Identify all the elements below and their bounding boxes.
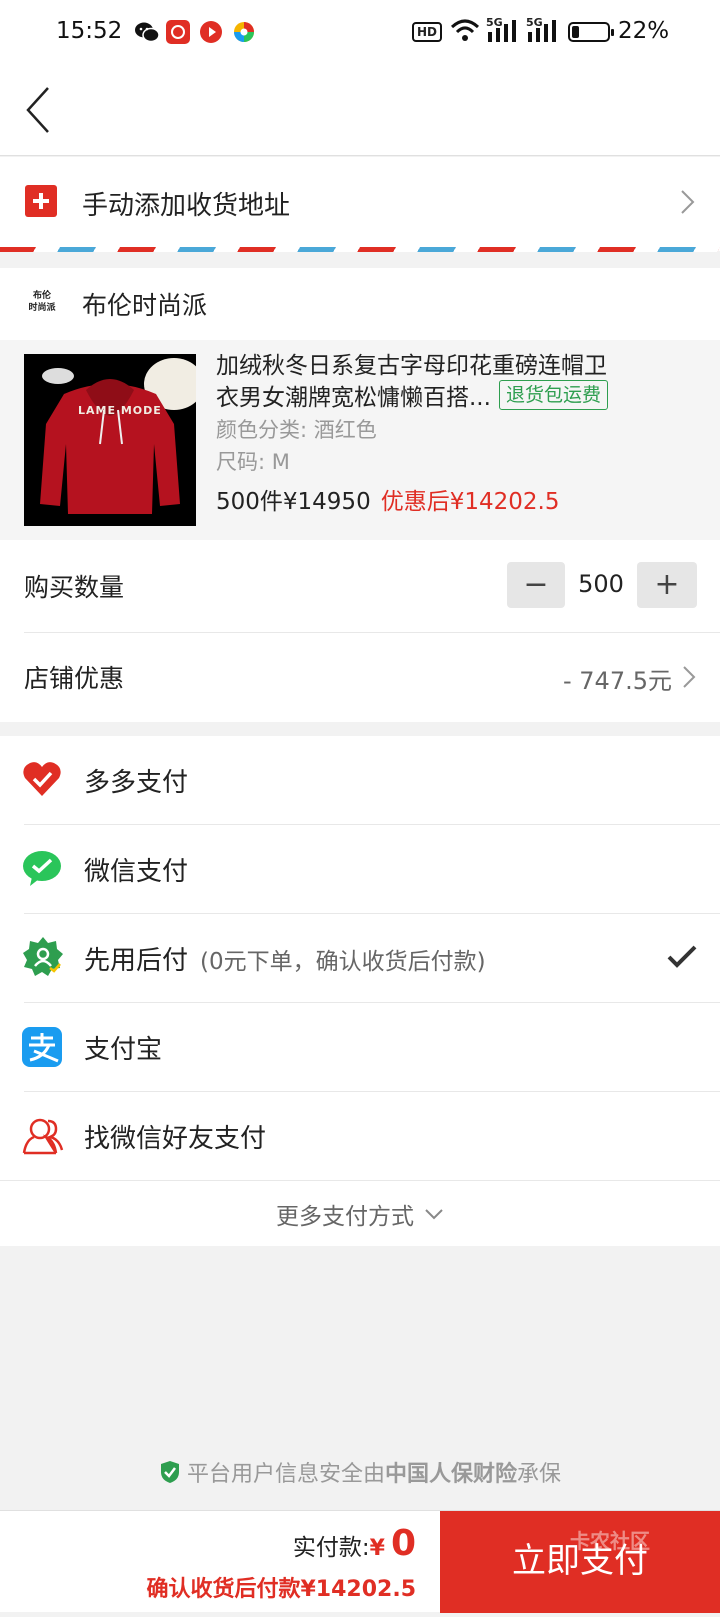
return-shipping-badge: 退货包运费 (498, 380, 608, 410)
battery-icon (568, 22, 614, 42)
wechat-pay-icon (22, 849, 62, 891)
product-price-row: 500件¥14950 优惠后¥14202.5 (216, 482, 559, 516)
status-bar: 15:52 HD 5G 5G 22% (0, 0, 720, 64)
nav-bar (0, 64, 720, 156)
envelope-stripe (0, 247, 720, 252)
total-amount: 0 (390, 1523, 416, 1564)
product-price: 500件¥14950 (216, 489, 371, 515)
product-title-line1: 加绒秋冬日系复古字母印花重磅连帽卫 (216, 353, 607, 379)
payment-methods: 多多支付 微信支付 先用后付 (0元下单，确认收货后付款) 支付宝 找微信好友支… (0, 736, 720, 1246)
total-row: 实付款: ¥ 0 (293, 1523, 416, 1564)
payment-label-alipay: 支付宝 (84, 1035, 163, 1065)
hd-label: HD (417, 25, 438, 39)
security-note-brand: 中国人保财险 (384, 1462, 517, 1487)
wechat-notification-icon (134, 20, 160, 44)
battery-percent: 22% (618, 18, 670, 44)
total-label: 实付款: (292, 1535, 370, 1561)
payment-option-duoduo[interactable]: 多多支付 (0, 736, 720, 824)
pinwheel-notification-icon (232, 20, 256, 44)
add-address-row[interactable]: 手动添加收货地址 (0, 157, 720, 251)
payment-note-pay-later: (0元下单，确认收货后付款) (200, 948, 486, 975)
shop-logo-line2: 时尚派 (28, 303, 56, 313)
signal-icon-1: 5G (486, 16, 520, 44)
add-address-label: 手动添加收货地址 (82, 191, 291, 221)
payment-label-friend: 找微信好友支付 (84, 1124, 267, 1154)
order-options: 购买数量 − 500 + 店铺优惠 - 747.5元 (0, 540, 720, 722)
watermark: 卡农社区 (570, 1529, 650, 1553)
bottom-bar: 实付款: ¥ 0 确认收货后付款¥14202.5 立即支付 卡农社区 (0, 1510, 720, 1613)
product-title-line2: 衣男女潮牌宽松慵懒百搭... (216, 385, 491, 411)
back-button[interactable] (20, 84, 60, 136)
payment-label-wechat: 微信支付 (84, 857, 189, 887)
friends-icon (22, 1116, 64, 1160)
chevron-right-icon (680, 189, 696, 219)
pay-later-text: 先用后付 (0元下单，确认收货后付款) (84, 940, 486, 977)
add-address-icon (25, 185, 57, 217)
total-currency: ¥ (369, 1536, 385, 1561)
shop-row[interactable]: 布伦 时尚派 布伦时尚派 (0, 268, 720, 340)
product-discount-price: 优惠后¥14202.5 (380, 489, 560, 515)
payment-option-pay-later[interactable]: 先用后付 (0元下单，确认收货后付款) (0, 914, 720, 1002)
status-time: 15:52 (56, 18, 123, 44)
app-notification-icon (166, 20, 190, 44)
chevron-down-icon (425, 1208, 443, 1219)
minus-icon: − (523, 567, 549, 602)
payment-option-alipay[interactable]: 支付宝 (0, 1003, 720, 1091)
payment-label-pay-later: 先用后付 (84, 946, 189, 976)
wifi-icon (450, 18, 480, 44)
pay-later-icon (22, 936, 64, 982)
security-note: 平台用户信息安全由 中国人保财险 承保 (0, 1456, 720, 1488)
product-image-print: LAME MODE (78, 404, 162, 417)
shop-logo-line1: 布伦 (32, 291, 51, 301)
security-note-suffix: 承保 (517, 1462, 562, 1487)
chevron-right-icon (682, 665, 696, 693)
hd-icon: HD (412, 22, 443, 42)
plus-icon: + (654, 567, 680, 602)
more-payments-label: 更多支付方式 (276, 1203, 414, 1230)
shop-discount-label: 店铺优惠 (24, 664, 125, 693)
quantity-plus-button[interactable]: + (637, 562, 697, 608)
battery-level (572, 26, 579, 38)
quantity-label: 购买数量 (24, 573, 125, 602)
duoduo-pay-icon (22, 760, 62, 802)
payment-label-duoduo: 多多支付 (84, 768, 189, 798)
payment-option-wechat[interactable]: 微信支付 (0, 825, 720, 913)
product-image: LAME MODE (24, 354, 196, 526)
shop-discount-value: - 747.5元 (563, 667, 672, 695)
payment-option-friend[interactable]: 找微信好友支付 (0, 1092, 720, 1180)
shop-logo: 布伦 时尚派 (24, 286, 60, 322)
product-title-line2-row: 衣男女潮牌宽松慵懒百搭... 退货包运费 (216, 378, 608, 412)
quantity-minus-button[interactable]: − (507, 562, 565, 608)
quantity-value[interactable]: 500 (565, 570, 637, 598)
check-icon (666, 944, 698, 974)
video-notification-icon (200, 21, 222, 43)
security-note-prefix: 平台用户信息安全由 (186, 1462, 385, 1487)
product-size: 尺码: M (216, 450, 290, 474)
confirm-pay-note: 确认收货后付款¥14202.5 (146, 1577, 416, 1602)
product-card[interactable]: LAME MODE 加绒秋冬日系复古字母印花重磅连帽卫 衣男女潮牌宽松慵懒百搭.… (0, 340, 720, 540)
shield-check-icon (160, 1461, 179, 1483)
alipay-icon (22, 1027, 62, 1067)
more-payments-button[interactable]: 更多支付方式 (0, 1181, 720, 1246)
product-color: 颜色分类: 酒红色 (216, 418, 377, 442)
back-arrow-icon (26, 87, 49, 133)
shop-name: 布伦时尚派 (82, 291, 208, 320)
signal-icon-2: 5G (526, 16, 560, 44)
shop-discount-row[interactable]: 店铺优惠 - 747.5元 (0, 633, 720, 721)
